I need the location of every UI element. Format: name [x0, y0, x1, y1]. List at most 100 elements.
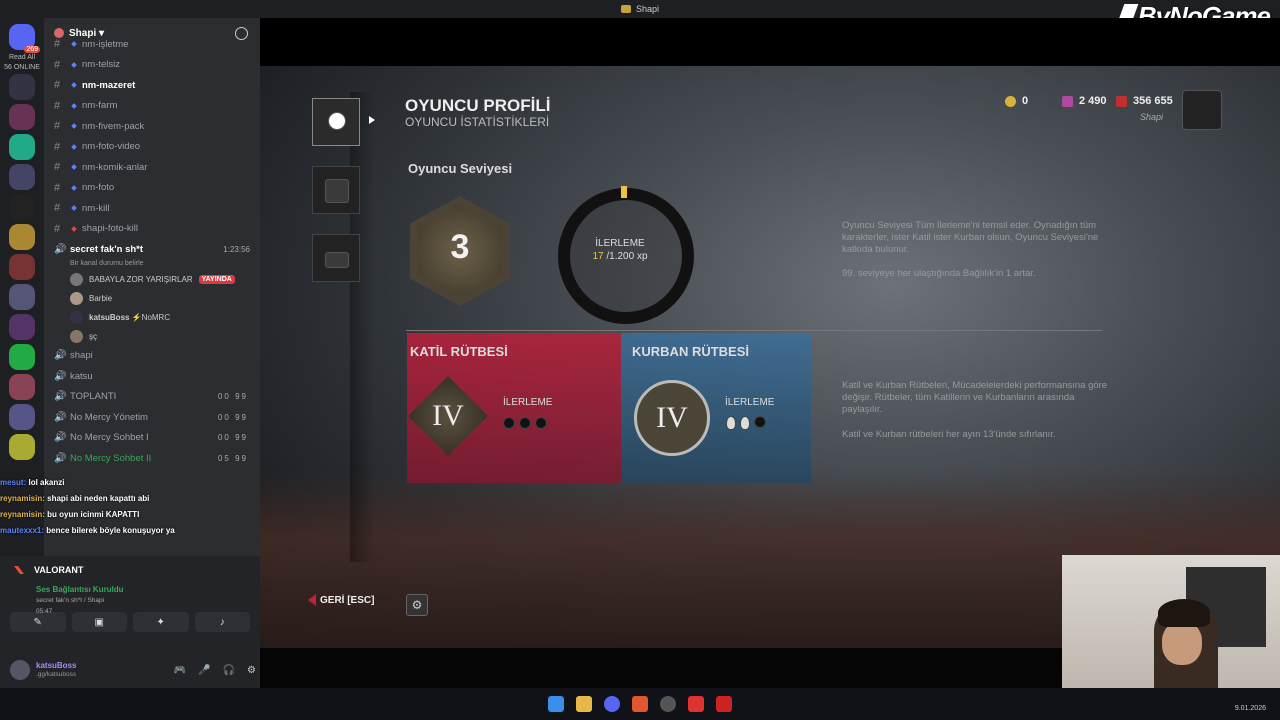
page-subtitle: OYUNCU İSTATİSTİKLERİ	[405, 115, 550, 129]
hash-icon: #	[54, 79, 61, 92]
server-icon[interactable]	[9, 404, 35, 430]
text-channel[interactable]: # nm-fivem-pack	[44, 116, 260, 137]
voice-user[interactable]: katsuBoss ⚡NoMRC	[44, 308, 260, 327]
hash-icon: #	[54, 38, 61, 51]
hash-icon: #	[54, 58, 61, 71]
voice-channel[interactable]: 🔊 TOPLANTI 00 99	[44, 387, 260, 408]
folder-icon[interactable]	[576, 696, 592, 712]
app-icon[interactable]	[688, 696, 704, 712]
start-icon[interactable]	[548, 696, 564, 712]
rank-reset-note: Katil ve Kurban rütbeleri her ayın 13'ün…	[842, 429, 1056, 440]
player-avatar[interactable]	[1182, 90, 1222, 130]
survivor-progress-label: İLERLEME	[725, 397, 775, 408]
discord-icon[interactable]	[604, 696, 620, 712]
hash-icon: #	[54, 202, 61, 215]
stream-chat-overlay: mesut: lol akanzi reynamisin: shapi abi …	[0, 478, 260, 542]
voice-channel-active[interactable]: 🔊 secret fak'n sh*t 1:23:56	[44, 239, 260, 260]
channel-status[interactable]: Bir kanal durumu belirle	[44, 260, 260, 270]
server-icon[interactable]	[9, 434, 35, 460]
text-channel[interactable]: # nm-telsiz	[44, 55, 260, 76]
server-icon[interactable]	[9, 104, 35, 130]
server-icon[interactable]	[9, 74, 35, 100]
voice-channel[interactable]: 🔊 shapi	[44, 346, 260, 367]
chat-message: reynamisin: bu oyun icinmi KAPATTI	[0, 510, 140, 519]
channel-list: Shapi ▾ # nm-işletme # nm-telsiz # nm-mazer…	[44, 18, 260, 556]
server-icon[interactable]	[9, 374, 35, 400]
speaker-icon: 🔊	[54, 391, 67, 403]
currency-bloodpoints: 0	[1005, 95, 1028, 107]
read-all-button[interactable]: Read All	[0, 54, 44, 61]
app-icon[interactable]	[716, 696, 732, 712]
killer-rank-heading: KATİL RÜTBESİ	[410, 344, 508, 359]
server-icon[interactable]	[9, 164, 35, 190]
speaker-icon: 🔊	[54, 411, 67, 423]
window-title: Shapi	[635, 4, 660, 14]
folder-tab[interactable]	[312, 234, 360, 282]
brave-icon[interactable]	[632, 696, 648, 712]
speaker-icon: 🔊	[54, 350, 67, 362]
currency-shards: 2 490	[1062, 95, 1107, 107]
app-icon[interactable]	[660, 696, 676, 712]
voice-connection[interactable]: Ses Bağlantısı Kuruldu secret fak'n sh*t …	[0, 584, 260, 615]
settings-icon[interactable]: ⚙	[247, 665, 256, 676]
progress-marker	[621, 186, 627, 198]
page-title: OYUNCU PROFİLİ	[405, 96, 551, 115]
server-icon[interactable]	[9, 194, 35, 220]
back-arrow-icon	[308, 594, 316, 606]
server-icon[interactable]	[9, 314, 35, 340]
voice-channel[interactable]: 🔊 No Mercy Sohbet II 05 99	[44, 448, 260, 469]
survivor-pips	[726, 416, 766, 430]
killer-progress-label: İLERLEME	[503, 397, 553, 408]
rank-description: Katil ve Kurban Rütbeleri, Mücadelelerde…	[842, 380, 1108, 415]
currency-cells: 356 655	[1116, 95, 1173, 107]
text-channel[interactable]: # nm-komik-anlar	[44, 157, 260, 178]
back-button[interactable]: GERİ [ESC]	[308, 594, 374, 606]
text-channel[interactable]: # nm-farm	[44, 96, 260, 117]
voice-user[interactable]: Barbie	[44, 289, 260, 308]
player-name: Shapi	[1140, 112, 1164, 122]
chevron-right-icon	[369, 116, 375, 124]
voice-channel[interactable]: 🔊 No Mercy Sohbet I 00 99	[44, 428, 260, 449]
survivor-rank-heading: KURBAN RÜTBESİ	[632, 344, 749, 359]
hash-icon: #	[54, 161, 61, 174]
text-channel[interactable]: # nm-kill	[44, 198, 260, 219]
server-icon[interactable]	[9, 134, 35, 160]
profile-tab[interactable]	[312, 98, 360, 146]
hash-icon: #	[54, 120, 61, 133]
text-channel[interactable]: # shapi-foto-kill	[44, 219, 260, 240]
voice-panel: VALORANT Ses Bağlantısı Kuruldu secret fa…	[0, 556, 260, 688]
text-channel[interactable]: # nm-foto-video	[44, 137, 260, 158]
activity-game[interactable]: VALORANT	[0, 556, 260, 584]
server-icon[interactable]	[9, 254, 35, 280]
level-heading: Oyuncu Seviyesi	[408, 161, 513, 176]
headphones-icon[interactable]: 🎧	[223, 665, 235, 676]
discord-home-icon[interactable]: 269	[9, 24, 40, 53]
server-icon[interactable]	[9, 224, 35, 250]
chat-message: mautexxx1: bence bilerek böyle konuşuyor…	[0, 526, 175, 535]
hash-icon: #	[54, 140, 61, 153]
settings-button[interactable]: ⚙	[406, 594, 428, 616]
stats-tab[interactable]	[312, 166, 360, 214]
gamepad-icon[interactable]: 🎮	[174, 665, 186, 676]
user-area: katsuBoss .gg/katsuboss 🎮 🎤 🎧 ⚙	[0, 652, 270, 688]
text-channel[interactable]: # nm-işletme	[44, 34, 260, 55]
mic-icon[interactable]: 🎤	[198, 665, 210, 676]
speaker-icon: 🔊	[54, 452, 67, 464]
server-icon[interactable]	[9, 284, 35, 310]
level-description: Oyuncu Seviyesi Tüm İlerleme'ni temsil e…	[842, 220, 1099, 255]
voice-channel[interactable]: 🔊 katsu	[44, 366, 260, 387]
server-icon[interactable]	[9, 344, 35, 370]
text-channel[interactable]: # nm-foto	[44, 178, 260, 199]
voice-channel[interactable]: 🔊 No Mercy Yönetim 00 99	[44, 407, 260, 428]
survivor-rank-emblem: IV	[634, 380, 710, 456]
chat-message: reynamisin: shapi abi neden kapattı abi	[0, 494, 150, 503]
speaker-icon: 🔊	[54, 243, 67, 255]
hash-icon: #	[54, 222, 61, 235]
voice-user[interactable]: BABAYLA ZOR YARIŞIRLAR YAYINDA	[44, 270, 260, 289]
voice-user[interactable]: şç	[44, 327, 260, 346]
hash-icon: #	[54, 181, 61, 194]
avatar[interactable]	[10, 660, 30, 680]
text-channel[interactable]: # nm-mazeret	[44, 75, 260, 96]
progress-label: İLERLEME	[595, 238, 645, 249]
speaker-icon: 🔊	[54, 370, 67, 382]
